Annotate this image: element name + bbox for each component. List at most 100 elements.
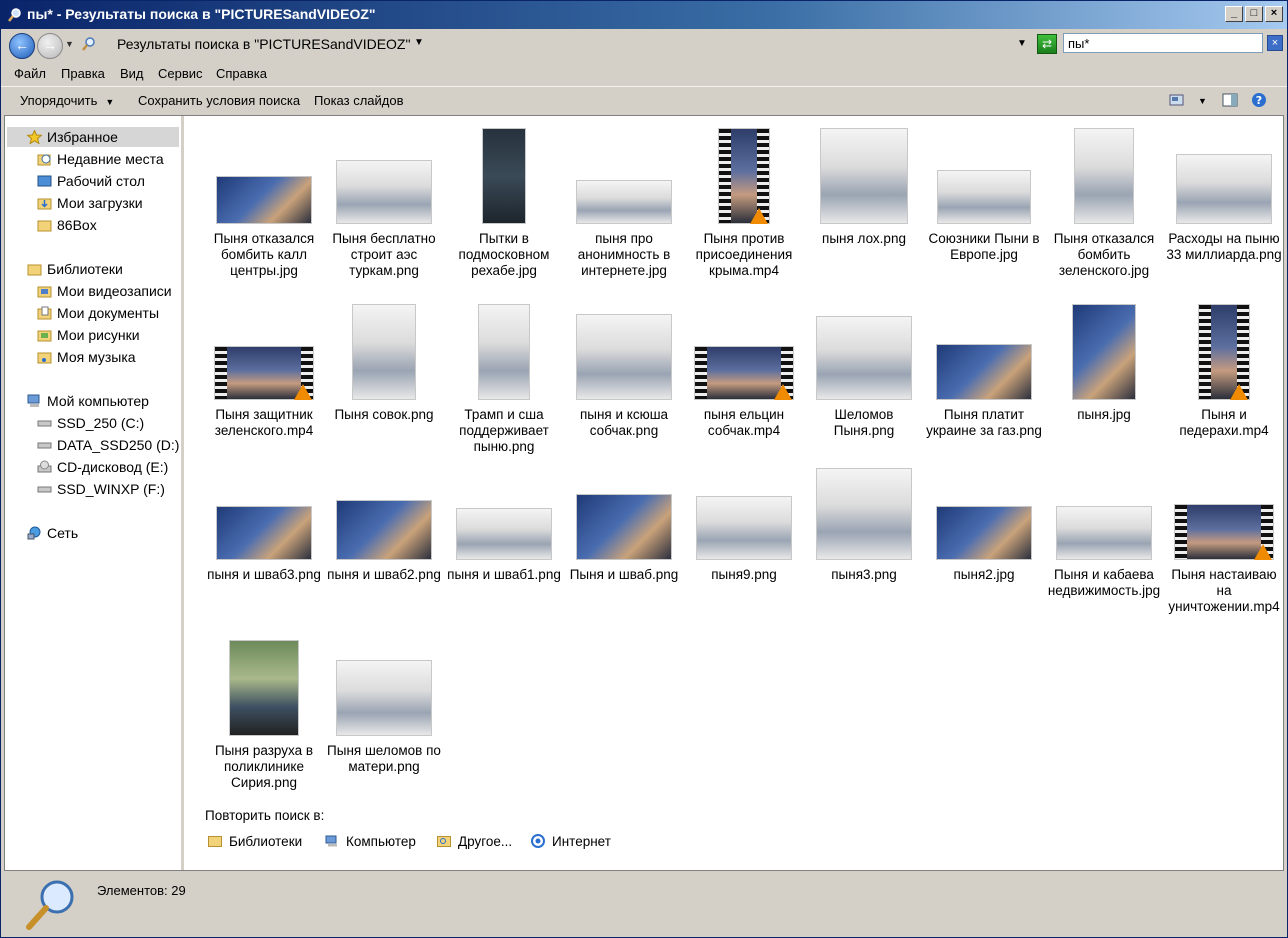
sidebar-label-downloads: Мои загрузки <box>57 195 143 211</box>
menu-tools[interactable]: Сервис <box>158 66 203 81</box>
libraries-icon <box>27 264 42 276</box>
menu-file[interactable]: Файл <box>14 66 46 81</box>
menu-edit[interactable]: Правка <box>61 66 105 81</box>
file-name: пыня про анонимность в интернете.jpg <box>577 231 671 278</box>
file-name: Пыня платит украине за газ.png <box>926 407 1042 438</box>
film-strip-icon <box>1199 305 1211 399</box>
file-name: Пыня настаиваю на уничтожении.mp4 <box>1168 567 1280 614</box>
preview-pane-icon[interactable] <box>1222 93 1238 107</box>
search-again-other[interactable]: Другое... <box>437 834 512 849</box>
menu-help[interactable]: Справка <box>216 66 267 81</box>
file-name: пыня и шваб2.png <box>327 567 441 582</box>
file-item[interactable]: Пыня бесплатно строит аэс туркам.png <box>325 124 443 278</box>
sidebar-label-drive-d: DATA_SSD250 (D:) <box>57 437 180 453</box>
sidebar-label-network: Сеть <box>47 525 79 541</box>
file-item[interactable]: пыня2.jpg <box>925 460 1043 610</box>
address-field[interactable]: Результаты поиска в "PICTURESandVIDEOZ" … <box>77 32 1033 56</box>
file-item[interactable]: Пыня защитник зеленского.mp4 <box>205 300 323 450</box>
file-name: Трамп и сша поддерживает пыню.png <box>459 407 549 454</box>
file-thumbnail <box>482 128 526 224</box>
chevron-down-icon: ▼ <box>105 97 115 107</box>
computer-icon <box>27 394 40 407</box>
history-dropdown[interactable]: ▼ <box>65 39 74 49</box>
file-item[interactable]: Трамп и сша поддерживает пыню.png <box>445 300 563 454</box>
search-input[interactable]: пы* <box>1063 33 1263 53</box>
clear-search-button[interactable]: × <box>1267 35 1283 51</box>
explorer-window: пы* - Результаты поиска в "PICTURESandVI… <box>0 0 1288 938</box>
address-dropdown[interactable]: ▼ <box>1017 38 1027 49</box>
file-item[interactable]: Пыня шеломов по матери.png <box>325 636 443 786</box>
file-item[interactable]: пыня ельцин собчак.mp4 <box>685 300 803 450</box>
file-item[interactable]: Пыня против присоединения крыма.mp4 <box>685 124 803 278</box>
recent-places-icon <box>37 154 51 166</box>
file-name: пыня и ксюша собчак.png <box>579 407 669 438</box>
help-icon[interactable]: ? <box>1251 92 1267 108</box>
file-thumbnail <box>936 506 1032 560</box>
close-button[interactable]: × <box>1265 6 1283 22</box>
slideshow-button[interactable]: Показ слайдов <box>314 93 404 108</box>
address-caret-icon[interactable]: ▼ <box>414 37 424 48</box>
refresh-icon: ⇄ <box>1041 37 1053 51</box>
file-item[interactable]: Пыня и шваб.png <box>565 460 683 610</box>
file-item[interactable]: Пыня разруха в поликлинике Сирия.png <box>205 636 323 790</box>
file-thumbnail <box>1176 154 1272 224</box>
file-item[interactable]: Пыня и кабаева недвижимость.jpg <box>1045 460 1163 610</box>
file-item[interactable]: Пыня отказался бомбить калл центры.jpg <box>205 124 323 278</box>
file-item[interactable]: пыня.jpg <box>1045 300 1163 450</box>
file-thumbnail <box>478 304 530 400</box>
file-item[interactable]: Шеломов Пыня.png <box>805 300 923 450</box>
cd-drive-icon <box>37 460 52 473</box>
file-item[interactable]: Пыня настаиваю на уничтожении.mp4 <box>1165 460 1283 614</box>
search-again-computer[interactable]: Компьютер <box>325 834 416 849</box>
file-name: Пытки в подмосковном рехабе.jpg <box>458 231 550 278</box>
file-thumbnail <box>1072 304 1136 400</box>
search-again-internet[interactable]: Интернет <box>531 834 611 849</box>
sidebar-item-favorites[interactable]: Избранное <box>7 127 179 147</box>
vlc-cone-icon <box>294 384 312 400</box>
file-name: пыня и шваб3.png <box>207 567 321 582</box>
file-item[interactable]: пыня3.png <box>805 460 923 610</box>
title-bar: пы* - Результаты поиска в "PICTURESandVI… <box>1 1 1287 29</box>
file-item[interactable]: пыня и ксюша собчак.png <box>565 300 683 450</box>
film-strip-icon <box>719 129 731 223</box>
file-item[interactable]: пыня лох.png <box>805 124 923 274</box>
file-item[interactable]: Союзники Пыни в Европе.jpg <box>925 124 1043 274</box>
file-item[interactable]: Пыня совок.png <box>325 300 443 450</box>
command-bar: Упорядочить ▼ Сохранить условия поиска По… <box>1 86 1287 115</box>
file-item[interactable]: пыня9.png <box>685 460 803 610</box>
search-again-internet-label: Интернет <box>552 834 611 849</box>
organize-button[interactable]: Упорядочить ▼ <box>20 93 114 108</box>
file-item[interactable]: Пыня платит украине за газ.png <box>925 300 1043 450</box>
network-icon <box>27 526 41 540</box>
file-item[interactable]: пыня и шваб1.png <box>445 460 563 610</box>
file-name: Пыня против присоединения крыма.mp4 <box>695 231 793 278</box>
file-item[interactable]: Пытки в подмосковном рехабе.jpg <box>445 124 563 278</box>
back-button[interactable]: ← <box>9 33 35 59</box>
hard-drive-icon <box>37 420 52 427</box>
file-thumbnail <box>1074 128 1134 224</box>
file-item[interactable]: Пыня и педерахи.mp4 <box>1165 300 1283 450</box>
view-dropdown-icon[interactable]: ▼ <box>1198 96 1207 106</box>
file-item[interactable]: пыня про анонимность в интернете.jpg <box>565 124 683 278</box>
results-pane: Пыня отказался бомбить калл центры.jpg Пы… <box>184 116 1283 870</box>
forward-button[interactable]: → <box>37 33 63 59</box>
file-item[interactable]: пыня и шваб3.png <box>205 460 323 610</box>
file-name: Расходы на пыню 33 миллиарда.png <box>1166 231 1282 262</box>
file-item[interactable]: пыня и шваб2.png <box>325 460 443 610</box>
file-name: пыня.jpg <box>1077 407 1131 422</box>
sidebar-label-videos: Мои видеозаписи <box>57 283 172 299</box>
file-thumbnail <box>352 304 416 400</box>
minimize-button[interactable]: _ <box>1225 6 1243 22</box>
file-item[interactable]: Пыня отказался бомбить зеленского.jpg <box>1045 124 1163 278</box>
refresh-button[interactable]: ⇄ <box>1037 34 1057 54</box>
view-options-icon[interactable] <box>1169 93 1185 107</box>
file-item[interactable]: Расходы на пыню 33 миллиарда.png <box>1165 124 1283 274</box>
save-search-button[interactable]: Сохранить условия поиска <box>138 93 300 108</box>
folder-search-icon <box>437 836 451 847</box>
search-again-libraries[interactable]: Библиотеки <box>208 834 302 849</box>
star-icon <box>27 130 42 144</box>
maximize-button[interactable]: □ <box>1245 6 1263 22</box>
file-name: пыня2.jpg <box>953 567 1015 582</box>
menu-view[interactable]: Вид <box>120 66 144 81</box>
downloads-folder-icon <box>37 198 52 210</box>
